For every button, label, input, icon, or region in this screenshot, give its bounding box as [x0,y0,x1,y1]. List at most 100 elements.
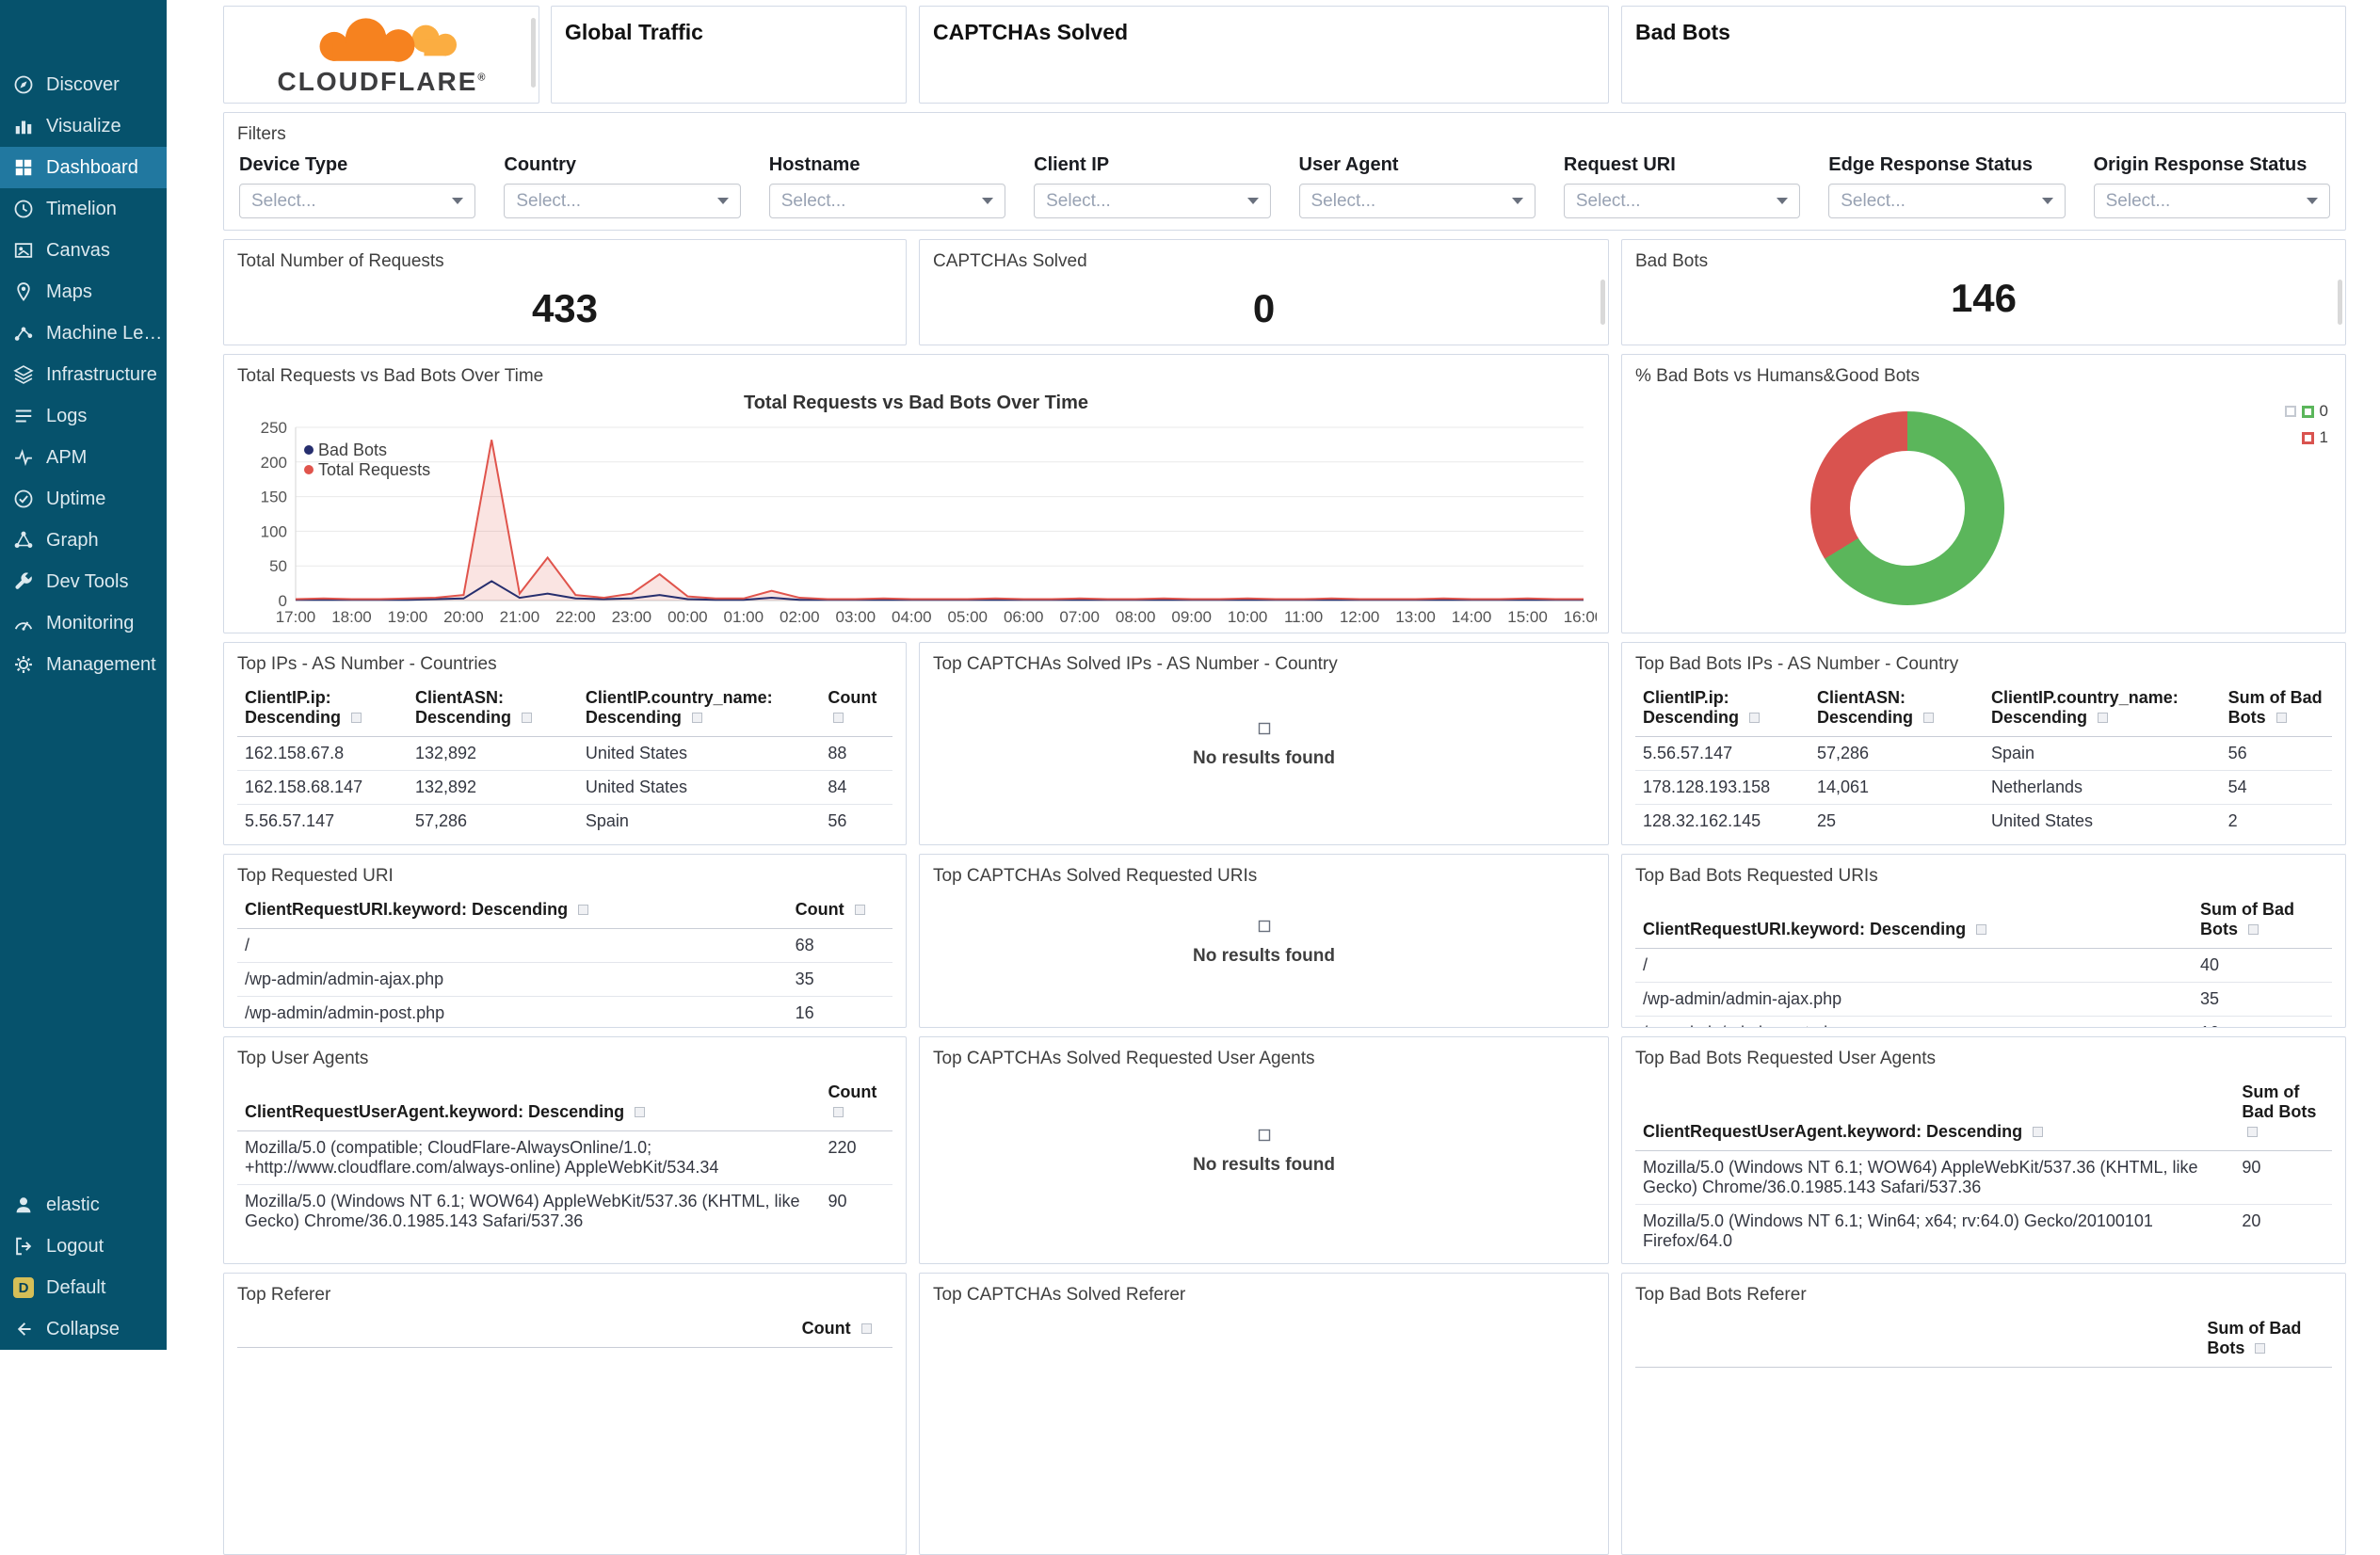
sort-icon [2255,1343,2266,1354]
filter-label: Device Type [239,154,348,175]
sidebar-item-maps[interactable]: Maps [0,271,167,313]
column-header[interactable]: ClientIP.country_name: Descending [1984,681,2221,737]
machine-learning-icon [13,323,34,344]
sidebar-item-label: Monitoring [46,612,135,633]
filter-select-country[interactable]: Select... [504,184,741,218]
series-area-total-requests [296,440,1584,601]
data-table: Sum of Bad Bots [1635,1311,2332,1368]
visualize-icon [13,116,34,136]
sidebar-item-timelion[interactable]: Timelion [0,188,167,230]
column-header[interactable]: Sum of Bad Bots [2234,1075,2332,1151]
legend-color-swatch [2301,431,2314,444]
table-cell: 5.56.57.147 [1643,744,1733,762]
sidebar-item-logout[interactable]: Logout [0,1226,167,1267]
svg-text:200: 200 [261,454,287,472]
select-placeholder: Select... [251,190,316,211]
data-table: ClientRequestURI.keyword: Descending Cou… [237,892,892,1027]
filter-label: Country [504,154,577,175]
panel-requests-vs-bad-bots-chart: Total Requests vs Bad Bots Over Time Tot… [223,354,1609,633]
sidebar-item-infrastructure[interactable]: Infrastructure [0,354,167,395]
column-header[interactable]: ClientRequestUserAgent.keyword: Descendi… [1635,1075,2235,1151]
column-header[interactable]: ClientIP.country_name: Descending [577,681,821,737]
column-header[interactable]: Count [794,1311,892,1348]
panel-top-user-agents: Top User Agents ClientRequestUserAgent.k… [223,1036,907,1264]
sort-icon [1923,713,1935,723]
sidebar-item-visualize[interactable]: Visualize [0,105,167,147]
legend-item-total-requests[interactable]: Total Requests [304,460,430,479]
filter-select-edge-response-status[interactable]: Select... [1828,184,2066,218]
table-cell: 57,286 [1817,744,1870,762]
column-header[interactable]: Sum of Bad Bots [2193,892,2332,949]
donut-legend: 01 [2284,402,2328,455]
sidebar-item-discover[interactable]: Discover [0,64,167,105]
table-cell: United States [1984,804,2221,838]
column-header[interactable]: ClientIP.ip: Descending [1635,681,1809,737]
panel-bad-bot-user-agents: Top Bad Bots Requested User Agents Clien… [1621,1036,2346,1264]
donut-chart[interactable] [1810,411,2004,605]
table-panel-title: Top CAPTCHAs Solved IPs - AS Number - Co… [933,654,1338,674]
filter-select-device-type[interactable]: Select... [239,184,476,218]
column-header[interactable]: ClientASN: Descending [1809,681,1984,737]
legend-item-0[interactable]: 0 [2284,402,2328,421]
table-panel-title: Top Bad Bots Requested URIs [1635,866,1878,886]
sidebar-item-dev-tools[interactable]: Dev Tools [0,561,167,602]
filter-label: User Agent [1298,154,1399,175]
column-header-label: ClientASN: Descending [414,688,511,727]
sidebar-item-collapse[interactable]: Collapse [0,1308,167,1350]
sidebar-item-label: Visualize [46,115,121,136]
legend-item-1[interactable]: 1 [2285,428,2328,447]
panel-top-ips: Top IPs - AS Number - Countries ClientIP… [223,642,907,845]
top-uri-table: ClientRequestURI.keyword: Descending Cou… [237,892,892,1027]
table-panel-title: Top Bad Bots IPs - AS Number - Country [1635,654,1959,674]
table-header-row: Sum of Bad Bots [1635,1311,2332,1368]
sidebar-item-dashboard[interactable]: Dashboard [0,147,167,188]
filter-select-hostname[interactable]: Select... [768,184,1006,218]
table-row: 162.158.68.147 132,892 United States 84 [237,770,892,805]
table-header-row: ClientRequestURI.keyword: Descending Sum… [1635,892,2332,949]
sidebar-item-default[interactable]: D Default [0,1267,167,1308]
time-series-chart[interactable]: 05010015020025017:00 18:00 19:00 20:00 21:00… [237,416,1604,633]
column-header[interactable]: Sum of Bad Bots [2220,681,2332,737]
legend-toggle-icon[interactable] [2284,406,2296,417]
metric-title: Total Number of Requests [237,251,444,271]
filter-select-origin-response-status[interactable]: Select... [2093,184,2330,218]
dashboard-icon [13,157,34,178]
column-header[interactable]: Sum of Bad Bots [2199,1311,2332,1368]
sidebar-item-graph[interactable]: Graph [0,520,167,561]
table-row: / 40 [1635,949,2332,983]
sidebar-item-management[interactable]: Management [0,644,167,685]
table-row: /wp-admin/admin-post.php16 [1635,1016,2332,1027]
sidebar-item-uptime[interactable]: Uptime [0,478,167,520]
column-header[interactable]: ClientRequestURI.keyword: Descending [237,892,788,929]
logs-icon [13,406,34,426]
no-results-text: No results found [1193,748,1335,768]
sidebar-item-machine-le[interactable]: Machine Le… [0,313,167,354]
column-header-label: Sum of Bad Bots [2200,900,2295,938]
column-header[interactable]: ClientASN: Descending [407,681,578,737]
column-header[interactable]: Count [820,1075,892,1131]
filters-row: Device Type Select... Country Select... Host… [237,154,2332,218]
sidebar-item-monitoring[interactable]: Monitoring [0,602,167,644]
column-header-label: Count [828,688,877,707]
column-header-label: Sum of Bad Bots [2227,688,2323,727]
sidebar-item-logs[interactable]: Logs [0,395,167,437]
column-header[interactable]: Count [787,892,892,929]
column-header[interactable]: Count [820,681,892,737]
sidebar-item-apm[interactable]: APM [0,437,167,478]
table-cell: 35 [787,962,892,997]
sidebar-item-canvas[interactable]: Canvas [0,230,167,271]
panel-bad-bots-heading: Bad Bots [1621,6,2346,104]
filter-select-client-ip[interactable]: Select... [1034,184,1271,218]
column-header[interactable]: ClientIP.ip: Descending [237,681,408,737]
table-cell: Netherlands [1984,770,2221,805]
column-header-label: Count [795,900,844,919]
column-header[interactable]: ClientRequestURI.keyword: Descending [1635,892,2193,949]
collapse-icon [13,1319,34,1339]
sidebar: Discover Visualize Dashboard Timelion Canvas… [0,0,167,1350]
column-header[interactable]: ClientRequestUserAgent.keyword: Descendi… [237,1075,821,1131]
legend-item-bad-bots[interactable]: Bad Bots [304,441,387,459]
filter-select-request-uri[interactable]: Select... [1563,184,1801,218]
sidebar-nav: Discover Visualize Dashboard Timelion Canvas… [0,0,167,685]
sidebar-item-elastic[interactable]: elastic [0,1184,167,1226]
filter-select-user-agent[interactable]: Select... [1298,184,1536,218]
